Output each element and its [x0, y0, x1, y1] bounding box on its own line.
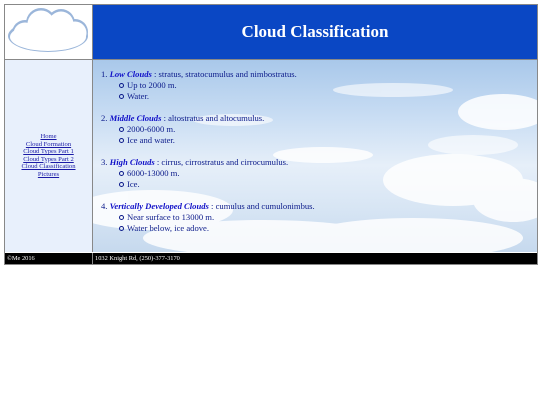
nav-link-home[interactable]: Home	[5, 133, 92, 141]
detail-item: Water below, ice adove.	[119, 223, 521, 234]
detail-list: Near surface to 13000 m. Water below, ic…	[101, 212, 521, 234]
list-item-low-clouds: 1. Low Clouds : stratus, stratocumulus a…	[101, 69, 521, 102]
page-header: Cloud Classification	[93, 5, 537, 60]
cloud-list: 1. Low Clouds : stratus, stratocumulus a…	[101, 69, 521, 245]
cloud-logo-icon	[5, 5, 92, 59]
sidebar: Home Cloud Formation Cloud Types Part 1 …	[5, 60, 93, 252]
detail-item: Ice.	[119, 179, 521, 190]
item-description: : altostratus and altocumulus.	[161, 113, 265, 123]
item-number: 4.	[101, 201, 108, 211]
detail-item: Water.	[119, 91, 521, 102]
detail-item: Ice and water.	[119, 135, 521, 146]
detail-list: 2000-6000 m. Ice and water.	[101, 124, 521, 146]
item-number: 1.	[101, 69, 108, 79]
footer-copyright: ©Me 2016	[5, 253, 93, 264]
detail-list: Up to 2000 m. Water.	[101, 80, 521, 102]
list-item-middle-clouds: 2. Middle Clouds : altostratus and altoc…	[101, 113, 521, 146]
nav-link-cloud-types-part-1[interactable]: Cloud Types Part 1	[5, 148, 92, 156]
nav-link-cloud-formation[interactable]: Cloud Formation	[5, 141, 92, 149]
page-frame: Cloud Classification Home Cloud Formatio…	[4, 4, 538, 265]
item-number: 3.	[101, 157, 108, 167]
nav-link-cloud-types-part-2[interactable]: Cloud Types Part 2	[5, 156, 92, 164]
detail-item: 2000-6000 m.	[119, 124, 521, 135]
copyright-text: ©Me 2016	[7, 255, 35, 262]
item-title: High Clouds	[109, 157, 155, 167]
list-item-vertically-developed-clouds: 4. Vertically Developed Clouds : cumulus…	[101, 201, 521, 234]
item-description: : cumulus and cumulonimbus.	[208, 201, 315, 211]
nav-link-pictures[interactable]: Pictures	[5, 171, 92, 179]
logo-cell	[5, 5, 93, 60]
sidebar-nav: Home Cloud Formation Cloud Types Part 1 …	[5, 133, 92, 179]
item-title: Middle Clouds	[109, 113, 162, 123]
detail-item: Up to 2000 m.	[119, 80, 521, 91]
detail-item: 6000-13000 m.	[119, 168, 521, 179]
detail-list: 6000-13000 m. Ice.	[101, 168, 521, 190]
nav-link-cloud-classification[interactable]: Cloud Classification	[5, 163, 92, 171]
main-content: 1. Low Clouds : stratus, stratocumulus a…	[93, 60, 537, 252]
item-number: 2.	[101, 113, 108, 123]
contact-address: 1032 Knight Rd, (250)-377-3170	[95, 255, 180, 262]
list-item-high-clouds: 3. High Clouds : cirrus, cirrostratus an…	[101, 157, 521, 190]
page-title: Cloud Classification	[241, 22, 389, 41]
item-title: Low Clouds	[109, 69, 152, 79]
detail-item: Near surface to 13000 m.	[119, 212, 521, 223]
item-description: : stratus, stratocumulus and nimbostratu…	[151, 69, 297, 79]
item-description: : cirrus, cirrostratus and cirrocumulus.	[154, 157, 289, 167]
item-title: Vertically Developed Clouds	[109, 201, 209, 211]
footer-contact: 1032 Knight Rd, (250)-377-3170	[93, 253, 537, 264]
